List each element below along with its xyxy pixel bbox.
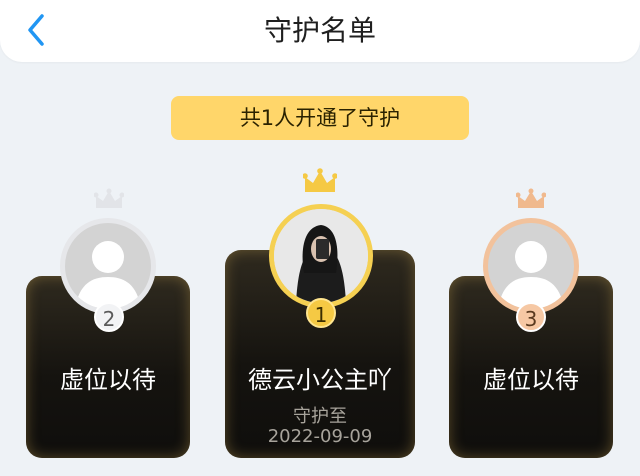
bronze-crown-icon <box>516 188 546 208</box>
person-placeholder-icon <box>498 241 564 309</box>
guard-until-date: 2022-09-09 <box>267 426 373 447</box>
user-photo <box>274 209 368 303</box>
user-avatar[interactable] <box>269 204 373 308</box>
guardian-name: 德云小公主吖 <box>248 366 392 394</box>
guardian-name: 虚位以待 <box>60 366 156 394</box>
silver-crown-icon <box>94 188 124 208</box>
top-bar: 守护名单 <box>0 0 640 62</box>
back-button[interactable] <box>16 10 56 50</box>
default-avatar[interactable] <box>483 218 579 314</box>
gold-crown-icon <box>303 168 337 192</box>
guardian-name: 虚位以待 <box>483 366 579 394</box>
guard-until-label: 守护至 <box>293 406 347 427</box>
guardian-count-banner: 共1人开通了守护 <box>171 96 469 140</box>
page-title: 守护名单 <box>263 14 376 47</box>
rank-badge-1: 1 <box>306 298 336 328</box>
person-placeholder-icon <box>75 241 141 309</box>
rank-badge-3: 3 <box>516 302 546 332</box>
default-avatar[interactable] <box>60 218 156 314</box>
rank-badge-2: 2 <box>94 302 124 332</box>
chevron-left-icon <box>28 14 44 46</box>
